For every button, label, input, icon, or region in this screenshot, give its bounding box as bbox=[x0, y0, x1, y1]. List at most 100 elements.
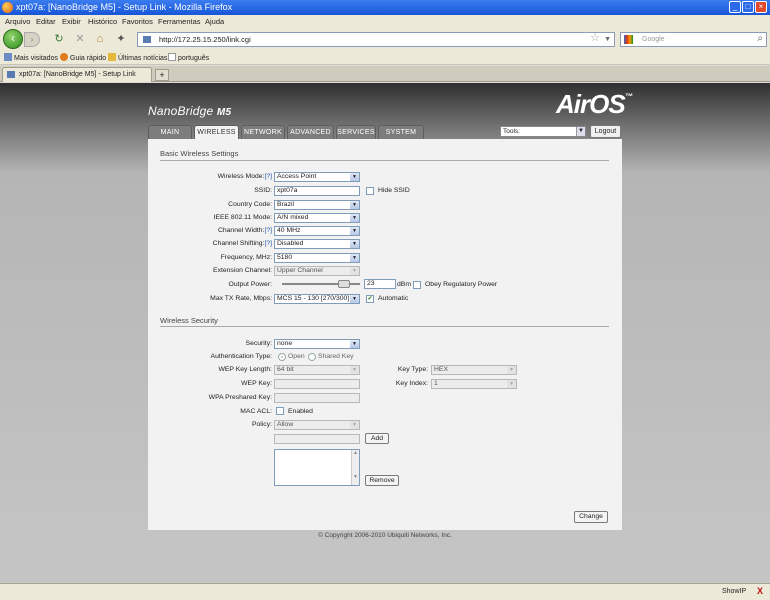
frequency-select[interactable]: 5180 ▼ bbox=[274, 253, 360, 263]
hide-ssid-checkbox[interactable] bbox=[366, 187, 374, 195]
bookmark-portugues[interactable]: português bbox=[168, 53, 209, 62]
bookmark-mais-visitados[interactable]: Mais visitados bbox=[4, 53, 58, 62]
mac-acl-checkbox[interactable] bbox=[276, 407, 284, 415]
select-value: none bbox=[277, 340, 293, 347]
tab-network[interactable]: NETWORK bbox=[241, 125, 285, 139]
url-bar[interactable]: http://172.25.15.250/link.cgi ☆ ▼ bbox=[137, 32, 615, 47]
wireless-mode-label: Wireless Mode:[?] bbox=[142, 173, 272, 180]
automatic-checkbox[interactable]: ✔ bbox=[366, 295, 374, 303]
search-icon[interactable]: ⌕ bbox=[757, 32, 763, 45]
firefox-icon bbox=[60, 53, 68, 61]
extension-channel-select[interactable]: Upper Channel ▼ bbox=[274, 266, 360, 276]
url-dropdown-icon[interactable]: ▼ bbox=[604, 33, 611, 46]
label-text: Wireless Mode: bbox=[217, 173, 265, 180]
auth-open-label: Open bbox=[288, 353, 305, 360]
mac-address-input[interactable] bbox=[274, 434, 360, 444]
reload-icon[interactable]: ↻ bbox=[53, 33, 65, 45]
addon-icon[interactable]: ✦ bbox=[115, 33, 127, 45]
select-value: Allow bbox=[277, 421, 294, 428]
forward-button[interactable]: › bbox=[24, 32, 40, 47]
channel-shifting-label: Channel Shifting:[?] bbox=[142, 240, 272, 247]
section-title-basic: Basic Wireless Settings bbox=[160, 149, 239, 158]
rss-feed-icon bbox=[108, 53, 116, 61]
chevron-down-icon: ▼ bbox=[350, 227, 359, 235]
close-button[interactable]: × bbox=[755, 1, 767, 13]
back-button[interactable]: ‹ bbox=[3, 29, 23, 49]
browser-tab[interactable]: xpt07a: [NanoBridge M5] - Setup Link bbox=[2, 67, 152, 82]
tab-system[interactable]: SYSTEM bbox=[378, 125, 424, 139]
key-type-select[interactable]: HEX ▼ bbox=[431, 365, 517, 375]
change-button[interactable]: Change bbox=[574, 511, 608, 523]
logout-button[interactable]: Logout bbox=[590, 125, 621, 138]
site-favicon bbox=[7, 71, 15, 78]
menu-item-exibir[interactable]: Exibir bbox=[62, 17, 81, 26]
output-power-input[interactable]: 23 bbox=[364, 279, 396, 289]
auth-open-radio[interactable] bbox=[278, 353, 286, 361]
menu-item-ferramentas[interactable]: Ferramentas bbox=[158, 17, 201, 26]
tab-main[interactable]: MAIN bbox=[148, 125, 192, 139]
channel-shifting-select[interactable]: Disabled ▼ bbox=[274, 239, 360, 249]
google-icon[interactable] bbox=[624, 35, 633, 44]
select-value: Access Point bbox=[277, 173, 317, 180]
key-index-select[interactable]: 1 ▼ bbox=[431, 379, 517, 389]
bookmark-guia-rapido[interactable]: Guia rápido bbox=[60, 53, 106, 62]
help-link[interactable]: [?] bbox=[264, 240, 272, 247]
tab-services[interactable]: SERVICES bbox=[336, 125, 376, 139]
chevron-down-icon: ▼ bbox=[350, 340, 359, 348]
bookmark-star-icon[interactable]: ☆ bbox=[590, 32, 600, 45]
remove-button[interactable]: Remove bbox=[365, 475, 399, 486]
ssid-input[interactable]: xpt07a bbox=[274, 186, 360, 196]
select-value: A/N mixed bbox=[277, 214, 309, 221]
navigation-toolbar: ‹ › ↻ ✕ ⌂ ✦ http://172.25.15.250/link.cg… bbox=[0, 28, 770, 51]
channel-width-select[interactable]: 40 MHz ▼ bbox=[274, 226, 360, 236]
hide-ssid-label: Hide SSID bbox=[378, 187, 410, 194]
mac-list[interactable]: ▲ ▼ bbox=[274, 449, 360, 486]
output-power-label: Output Power: bbox=[228, 281, 272, 288]
ieee-mode-label: IEEE 802.11 Mode: bbox=[213, 214, 272, 221]
auth-shared-key-radio[interactable] bbox=[308, 353, 316, 361]
new-tab-button[interactable]: + bbox=[155, 69, 169, 81]
obey-regulatory-checkbox[interactable] bbox=[413, 281, 421, 289]
search-input[interactable]: Google ⌕ bbox=[620, 32, 767, 47]
wpa-key-input[interactable] bbox=[274, 393, 360, 403]
bookmarks-toolbar: Mais visitados Guia rápido Últimas notíc… bbox=[0, 51, 770, 65]
tab-wireless[interactable]: WIRELESS bbox=[194, 125, 239, 140]
menu-item-favoritos[interactable]: Favoritos bbox=[122, 17, 153, 26]
chevron-down-icon: ▼ bbox=[350, 240, 359, 248]
menu-item-historico[interactable]: Histórico bbox=[88, 17, 117, 26]
help-link[interactable]: [?] bbox=[264, 227, 272, 234]
tab-advanced[interactable]: ADVANCED bbox=[287, 125, 334, 139]
section-title-security: Wireless Security bbox=[160, 316, 218, 325]
help-link[interactable]: [?] bbox=[264, 173, 272, 180]
tools-select[interactable]: Tools: ▼ bbox=[500, 126, 586, 137]
menu-item-editar[interactable]: Editar bbox=[36, 17, 56, 26]
menu-item-ajuda[interactable]: Ajuda bbox=[205, 17, 224, 26]
ieee-mode-select[interactable]: A/N mixed ▼ bbox=[274, 213, 360, 223]
bookmark-ultimas-noticias[interactable]: Últimas notícias bbox=[108, 53, 167, 62]
frequency-label: Frequency, MHz: bbox=[220, 254, 272, 261]
wireless-mode-select[interactable]: Access Point ▼ bbox=[274, 172, 360, 182]
x-icon[interactable]: X bbox=[757, 586, 763, 596]
add-button[interactable]: Add bbox=[365, 433, 389, 444]
output-power-slider[interactable] bbox=[282, 280, 360, 288]
key-type-label: Key Type: bbox=[397, 366, 428, 373]
security-select[interactable]: none ▼ bbox=[274, 339, 360, 349]
label-text: Channel Shifting: bbox=[212, 240, 265, 247]
country-code-select[interactable]: Brazil ▼ bbox=[274, 200, 360, 210]
chevron-down-icon: ▼ bbox=[350, 295, 359, 303]
maximize-button[interactable]: □ bbox=[742, 1, 754, 13]
scrollbar[interactable]: ▲ ▼ bbox=[351, 450, 359, 485]
policy-select[interactable]: Allow ▼ bbox=[274, 420, 360, 430]
menu-bar: Arquivo Editar Exibir Histórico Favorito… bbox=[0, 15, 770, 28]
product-model: M5 bbox=[216, 107, 232, 118]
stop-icon[interactable]: ✕ bbox=[74, 33, 86, 45]
minimize-button[interactable]: _ bbox=[729, 1, 741, 13]
menu-item-arquivo[interactable]: Arquivo bbox=[5, 17, 30, 26]
max-tx-rate-select[interactable]: MCS 15 - 130 [270/300] ▼ bbox=[274, 294, 360, 304]
bookmark-label: Guia rápido bbox=[70, 55, 107, 62]
select-value: Disabled bbox=[277, 240, 304, 247]
showip-label[interactable]: ShowIP bbox=[722, 588, 746, 595]
home-icon[interactable]: ⌂ bbox=[94, 33, 106, 45]
slider-handle[interactable] bbox=[338, 280, 350, 288]
select-value: Brazil bbox=[277, 201, 294, 208]
